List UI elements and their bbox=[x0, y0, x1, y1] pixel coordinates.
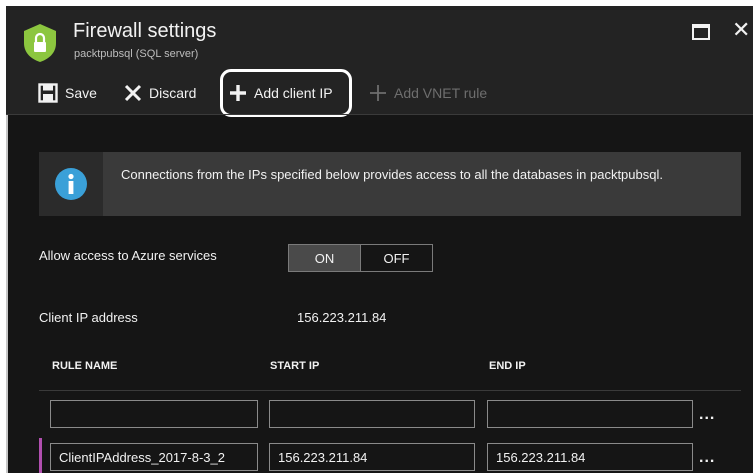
maximize-icon[interactable] bbox=[692, 24, 710, 40]
info-text: Connections from the IPs specified below… bbox=[121, 167, 663, 182]
shield-lock-icon bbox=[22, 23, 58, 63]
add-vnet-rule-button[interactable]: Add VNET rule bbox=[369, 76, 487, 110]
add-client-ip-label: Add client IP bbox=[254, 85, 333, 101]
rule-name-input[interactable] bbox=[50, 400, 258, 428]
toggle-off-option[interactable]: OFF bbox=[361, 245, 432, 271]
plus-icon bbox=[229, 84, 247, 102]
save-icon bbox=[38, 83, 58, 103]
discard-button[interactable]: Discard bbox=[124, 76, 196, 110]
command-bar: Save Discard Add client IP Add VNET rule bbox=[6, 76, 753, 110]
client-ip-label: Client IP address bbox=[39, 310, 138, 325]
column-header-rule-name: RULE NAME bbox=[52, 360, 118, 372]
add-client-ip-button[interactable]: Add client IP bbox=[229, 76, 333, 110]
page-title: Firewall settings bbox=[73, 20, 217, 42]
info-banner: Connections from the IPs specified below… bbox=[39, 152, 741, 216]
firewall-settings-blade: Firewall settings packtpubsql (SQL serve… bbox=[6, 6, 753, 473]
azure-access-toggle: ON OFF bbox=[288, 244, 433, 272]
header-divider bbox=[6, 114, 753, 115]
plus-icon bbox=[369, 84, 387, 102]
column-header-start-ip: START IP bbox=[270, 360, 320, 372]
end-ip-input[interactable] bbox=[487, 443, 693, 471]
toggle-on-option[interactable]: ON bbox=[289, 245, 361, 271]
end-ip-input[interactable] bbox=[487, 400, 693, 428]
add-vnet-rule-label: Add VNET rule bbox=[394, 85, 488, 101]
client-ip-value: 156.223.211.84 bbox=[297, 310, 387, 325]
table-header-divider bbox=[39, 390, 741, 391]
discard-icon bbox=[124, 84, 142, 102]
save-label: Save bbox=[65, 85, 97, 101]
column-header-end-ip: END IP bbox=[489, 360, 526, 372]
blade-header: Firewall settings packtpubsql (SQL serve… bbox=[6, 6, 753, 114]
discard-label: Discard bbox=[149, 85, 197, 101]
close-icon[interactable]: ✕ bbox=[732, 18, 750, 42]
info-icon bbox=[39, 152, 103, 216]
page-subtitle: packtpubsql (SQL server) bbox=[74, 48, 199, 60]
start-ip-input[interactable] bbox=[269, 443, 475, 471]
row-more-button[interactable]: ... bbox=[699, 406, 715, 424]
save-button[interactable]: Save bbox=[38, 76, 97, 110]
start-ip-input[interactable] bbox=[269, 400, 475, 428]
azure-access-label: Allow access to Azure services bbox=[39, 248, 217, 263]
row-selected-marker bbox=[39, 438, 42, 473]
row-more-button[interactable]: ... bbox=[699, 449, 715, 467]
rule-name-input[interactable] bbox=[50, 443, 258, 471]
